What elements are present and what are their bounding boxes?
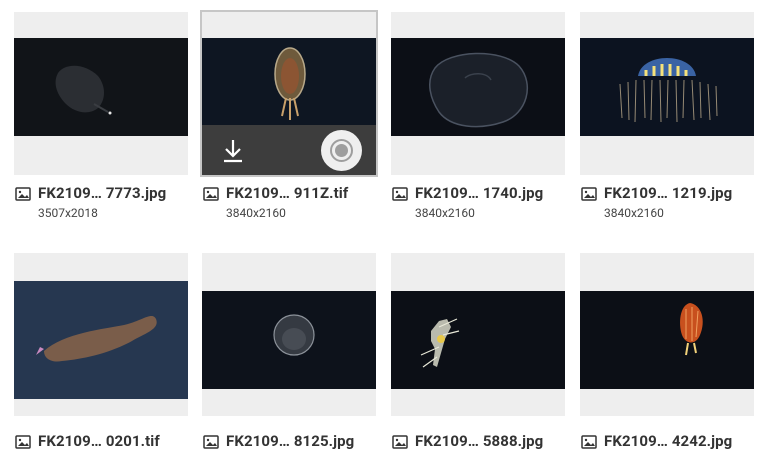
file-dimensions: 3840x2160 [226, 206, 286, 220]
file-name: FK2109… 8125.jpg [226, 432, 355, 450]
image-icon [15, 435, 31, 449]
file-dimensions: 3840x2160 [604, 206, 664, 220]
file-name: FK2109… 1219.jpg [604, 184, 733, 202]
file-dimensions: 3507x2018 [38, 206, 98, 220]
thumbnail-image [202, 38, 376, 136]
file-name: FK2109… 4242.jpg [604, 432, 733, 450]
thumbnail-image [202, 291, 376, 389]
thumbnail-image [580, 291, 754, 389]
file-dimensions: 3840x2160 [415, 206, 475, 220]
thumbnail-image [580, 38, 754, 136]
thumbnail[interactable] [580, 12, 754, 175]
thumbnail[interactable] [202, 253, 376, 416]
thumbnail[interactable] [14, 12, 188, 175]
file-name: FK2109… 1740.jpg [415, 184, 544, 202]
image-icon [392, 187, 408, 201]
image-icon [392, 435, 408, 449]
thumbnail-image [14, 281, 188, 399]
thumbnail[interactable] [580, 253, 754, 416]
image-icon [581, 435, 597, 449]
image-icon [203, 187, 219, 201]
file-name: FK2109… 5888.jpg [415, 432, 544, 450]
download-button[interactable] [220, 137, 246, 165]
image-icon [581, 187, 597, 201]
thumbnail[interactable] [391, 253, 565, 416]
file-name: FK2109… 911Z.tif [226, 184, 349, 202]
thumbnail-action-bar [202, 125, 376, 175]
image-icon [15, 187, 31, 201]
image-icon [203, 435, 219, 449]
thumbnail-image [391, 38, 565, 136]
thumbnail[interactable] [200, 10, 378, 177]
thumbnail-image [14, 38, 188, 136]
thumbnail[interactable] [14, 253, 188, 416]
thumbnail-image [391, 291, 565, 389]
download-icon [224, 140, 242, 163]
thumbnail[interactable] [391, 12, 565, 175]
file-name: FK2109… 0201.tif [38, 432, 160, 450]
file-name: FK2109… 7773.jpg [38, 184, 167, 202]
record-button[interactable] [321, 130, 362, 171]
